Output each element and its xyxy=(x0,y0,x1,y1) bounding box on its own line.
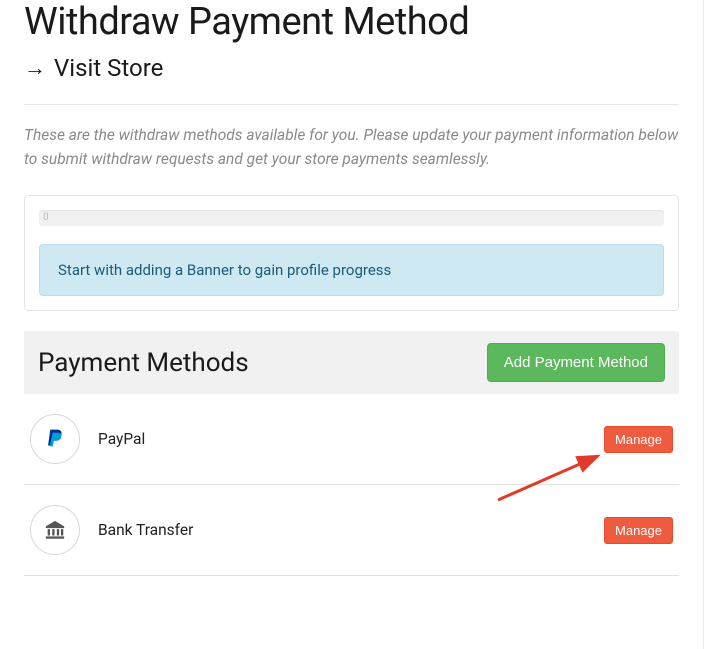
payment-methods-title: Payment Methods xyxy=(38,348,249,378)
payment-method-row: Bank Transfer Manage xyxy=(24,485,679,576)
payment-method-name: PayPal xyxy=(98,430,604,448)
payment-methods-header: Payment Methods Add Payment Method xyxy=(24,331,679,394)
profile-progress-tip: Start with adding a Banner to gain profi… xyxy=(39,244,664,296)
page-title: Withdraw Payment Method xyxy=(24,0,679,44)
manage-button[interactable]: Manage xyxy=(604,426,673,453)
manage-button[interactable]: Manage xyxy=(604,517,673,544)
visit-store-link[interactable]: → Visit Store xyxy=(24,54,679,82)
page-description: These are the withdraw methods available… xyxy=(24,123,679,171)
payment-method-row: PayPal Manage xyxy=(24,394,679,485)
profile-progress-card: 0 Start with adding a Banner to gain pro… xyxy=(24,195,679,311)
arrow-right-icon: → xyxy=(24,55,46,81)
payment-method-name: Bank Transfer xyxy=(98,521,604,539)
paypal-icon xyxy=(30,414,80,464)
add-payment-method-button[interactable]: Add Payment Method xyxy=(487,343,665,382)
visit-store-label: Visit Store xyxy=(54,54,163,82)
profile-progress-bar: 0 xyxy=(39,210,664,226)
divider xyxy=(24,104,679,105)
bank-icon xyxy=(30,505,80,555)
